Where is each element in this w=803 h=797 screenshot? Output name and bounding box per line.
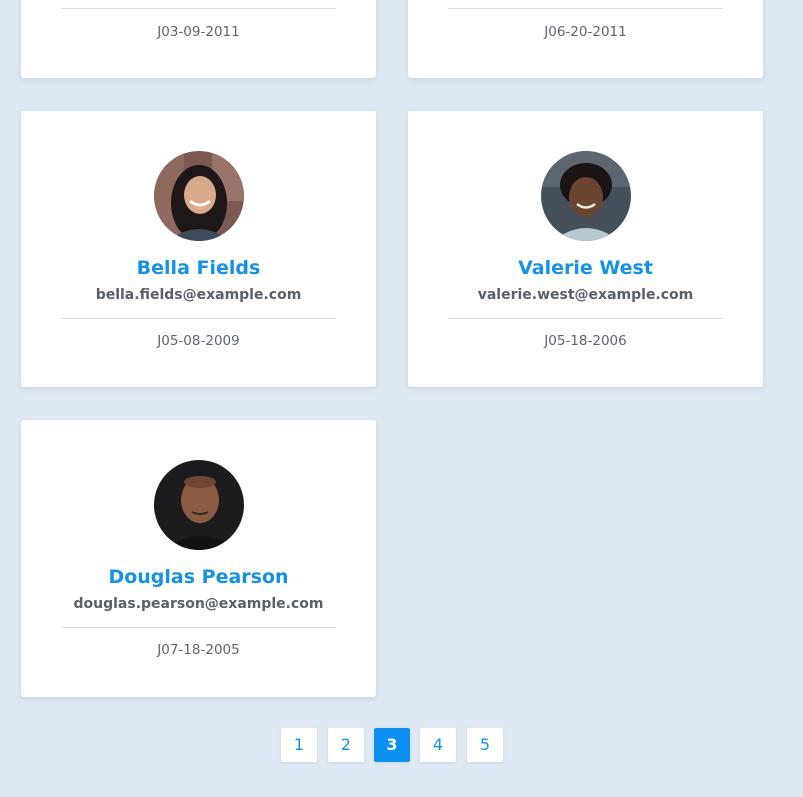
user-name[interactable]: Bella Fields: [21, 257, 376, 279]
user-avatar: [153, 460, 244, 550]
card-divider: [448, 318, 723, 319]
user-email[interactable]: valerie.west@example.com: [408, 287, 763, 303]
user-date: J07-18-2005: [157, 642, 240, 658]
user-email[interactable]: bella.fields@example.com: [21, 287, 376, 303]
user-avatar: [540, 151, 631, 241]
user-card: Bella Fields bella.fields@example.com J0…: [21, 111, 376, 387]
user-avatar: [153, 151, 244, 241]
user-email[interactable]: douglas.pearson@example.com: [21, 596, 376, 612]
page-button-4[interactable]: 4: [420, 728, 456, 762]
page-button-1[interactable]: 1: [281, 728, 317, 762]
page-button-5[interactable]: 5: [467, 728, 503, 762]
user-date: J05-18-2006: [544, 333, 627, 349]
user-card: Douglas Pearson douglas.pearson@example.…: [21, 420, 376, 697]
page-button-2[interactable]: 2: [328, 728, 364, 762]
user-card: Valerie West valerie.west@example.com J0…: [408, 111, 763, 387]
user-date: J05-08-2009: [157, 333, 240, 349]
card-divider: [61, 627, 336, 628]
user-name[interactable]: Valerie West: [408, 257, 763, 279]
card-divider: [61, 8, 336, 9]
page-button-3-active[interactable]: 3: [374, 728, 410, 762]
user-date: J06-20-2011: [544, 24, 627, 40]
user-date: J03-09-2011: [157, 24, 240, 40]
user-name[interactable]: Douglas Pearson: [21, 566, 376, 588]
user-card: J06-20-2011: [408, 0, 763, 78]
card-divider: [61, 318, 336, 319]
card-divider: [448, 8, 723, 9]
user-card: J03-09-2011: [21, 0, 376, 78]
